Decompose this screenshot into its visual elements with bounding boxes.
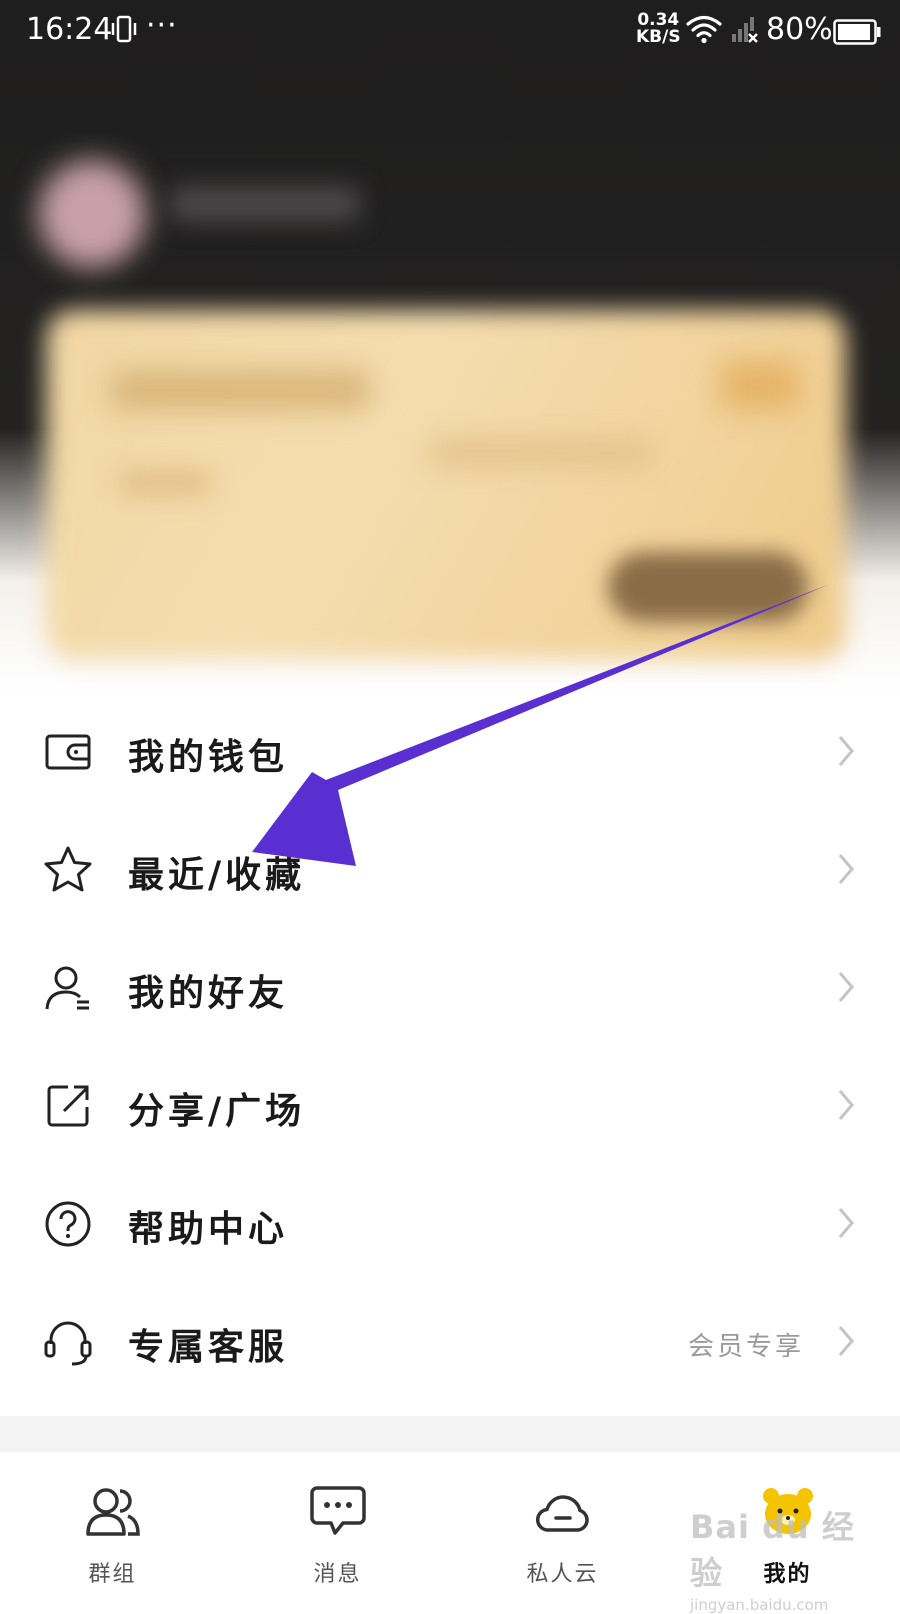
membership-card-text-blurred: [120, 470, 210, 496]
section-divider: [0, 1416, 900, 1452]
chevron-right-icon: [836, 970, 856, 1004]
signal-icon: [730, 14, 760, 52]
headset-icon: [42, 1316, 94, 1368]
membership-card-title-blurred: [110, 370, 370, 410]
menu-item-help-center[interactable]: 帮助中心: [0, 1164, 900, 1284]
person-icon: [42, 962, 94, 1014]
menu-item-customer-service[interactable]: 专属客服 会员专享: [0, 1282, 900, 1402]
vip-exclusive-tag: 会员专享: [687, 1332, 804, 1362]
star-icon: [42, 844, 94, 896]
battery-icon: [833, 18, 881, 53]
chevron-right-icon: [836, 852, 856, 886]
tab-label: 消息: [313, 1562, 362, 1587]
avatar[interactable]: [38, 160, 146, 268]
vibrate-icon: [110, 14, 138, 52]
menu-item-label: 我的好友: [128, 972, 289, 1014]
wifi-icon: [686, 14, 722, 52]
bear-icon: [759, 1484, 817, 1538]
network-speed: 0.34 KB/S: [636, 12, 681, 46]
battery-percent: 80%: [766, 12, 833, 47]
menu-item-label: 专属客服: [128, 1326, 289, 1368]
menu-item-recent-favorites[interactable]: 最近/收藏: [0, 810, 900, 930]
bottom-tab-bar: 群组 消息 私人云 我的: [0, 1452, 900, 1600]
menu-item-label: 分享/广场: [128, 1090, 306, 1132]
chevron-right-icon: [836, 1324, 856, 1358]
wallet-icon: [42, 726, 94, 778]
chevron-right-icon: [836, 1206, 856, 1240]
menu-item-label: 帮助中心: [128, 1208, 289, 1250]
username-blurred: [170, 186, 360, 222]
network-speed-unit: KB/S: [636, 27, 681, 47]
group-icon: [84, 1484, 142, 1538]
chevron-right-icon: [836, 734, 856, 768]
tab-groups[interactable]: 群组: [0, 1452, 225, 1600]
menu-item-share-square[interactable]: 分享/广场: [0, 1046, 900, 1166]
status-bar: 16:24 ··· 0.34 KB/S 80%: [0, 0, 900, 62]
tab-private-cloud[interactable]: 私人云: [450, 1452, 675, 1600]
tab-label: 群组: [88, 1562, 137, 1587]
menu-item-label: 最近/收藏: [128, 854, 306, 896]
menu-item-label: 我的钱包: [128, 736, 289, 778]
profile-header: [0, 0, 900, 692]
tab-label: 我的: [763, 1561, 812, 1587]
share-icon: [42, 1080, 94, 1132]
message-icon: [309, 1484, 367, 1538]
tab-mine[interactable]: 我的: [675, 1452, 900, 1600]
more-notifications: ···: [146, 8, 178, 43]
menu-item-wallet[interactable]: 我的钱包: [0, 692, 900, 812]
menu-item-friends[interactable]: 我的好友: [0, 928, 900, 1048]
chevron-right-icon: [836, 1088, 856, 1122]
membership-card-info-blurred: [430, 440, 650, 466]
status-time: 16:24: [26, 12, 113, 47]
membership-card-badge-blurred: [720, 360, 800, 410]
cloud-icon: [534, 1484, 592, 1538]
help-icon: [42, 1198, 94, 1250]
tab-messages[interactable]: 消息: [225, 1452, 450, 1600]
menu-list: 我的钱包 最近/收藏 我的好友 分享/广场 帮助中心 专属客服 会员专享: [0, 692, 900, 1412]
membership-card-button[interactable]: [608, 552, 808, 622]
tab-label: 私人云: [526, 1562, 599, 1587]
